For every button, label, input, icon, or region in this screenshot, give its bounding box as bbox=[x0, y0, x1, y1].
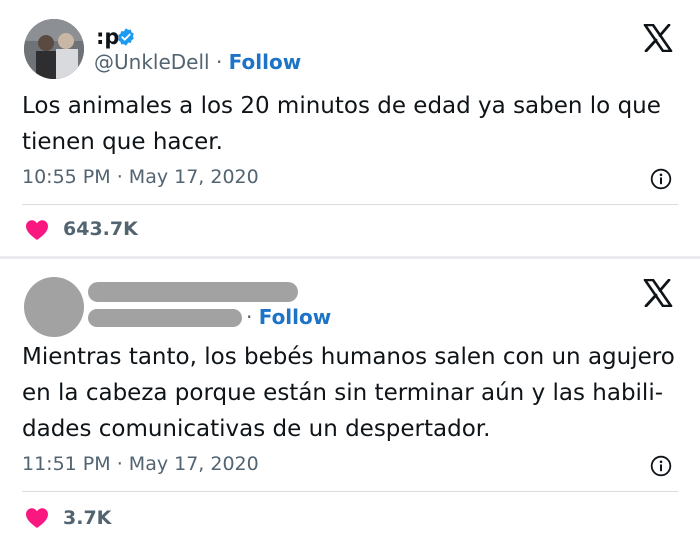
follow-button[interactable]: Follow bbox=[259, 305, 332, 329]
handle-row: · Follow bbox=[246, 305, 331, 329]
tweet-timestamp[interactable]: 11:51 PM · May 17, 2020 bbox=[22, 453, 259, 475]
divider bbox=[22, 204, 678, 205]
like-count: 3.7K bbox=[63, 507, 112, 529]
tweet-date: May 17, 2020 bbox=[128, 453, 259, 475]
info-icon[interactable] bbox=[650, 455, 672, 477]
heart-icon[interactable] bbox=[25, 507, 49, 529]
tweet-date: May 17, 2020 bbox=[128, 166, 259, 188]
redacted-handle bbox=[88, 309, 242, 327]
meta-separator: · bbox=[116, 166, 123, 188]
author-handle[interactable]: @UnkleDell bbox=[94, 50, 210, 74]
divider bbox=[22, 491, 678, 492]
separator: · bbox=[246, 305, 253, 329]
separator: · bbox=[215, 50, 223, 74]
tweet-card-2: · Follow Mientras tanto, los bebés human… bbox=[0, 259, 700, 544]
tweet-time: 11:51 PM bbox=[22, 453, 111, 475]
tweet-time: 10:55 PM bbox=[22, 166, 111, 188]
tweet-text: Mientras tanto, los bebés humanos salen … bbox=[22, 344, 675, 442]
x-logo-icon[interactable] bbox=[643, 279, 673, 307]
tweet-text: Los animales a los 20 minutos de edad ya… bbox=[22, 93, 661, 155]
tweet-timestamp[interactable]: 10:55 PM · May 17, 2020 bbox=[22, 166, 259, 188]
tweet-card-1: :p @UnkleDell · Follow Los animales a lo… bbox=[0, 0, 700, 256]
meta-separator: · bbox=[116, 453, 123, 475]
follow-button[interactable]: Follow bbox=[229, 50, 302, 74]
avatar-redacted[interactable] bbox=[24, 277, 84, 337]
handle-row: @UnkleDell · Follow bbox=[94, 50, 301, 74]
like-count: 643.7K bbox=[63, 218, 138, 240]
verified-badge-icon bbox=[118, 28, 134, 46]
redacted-name bbox=[88, 282, 298, 302]
avatar[interactable] bbox=[24, 19, 84, 79]
heart-icon[interactable] bbox=[25, 219, 49, 241]
info-icon[interactable] bbox=[650, 168, 672, 190]
x-logo-icon[interactable] bbox=[643, 24, 673, 52]
